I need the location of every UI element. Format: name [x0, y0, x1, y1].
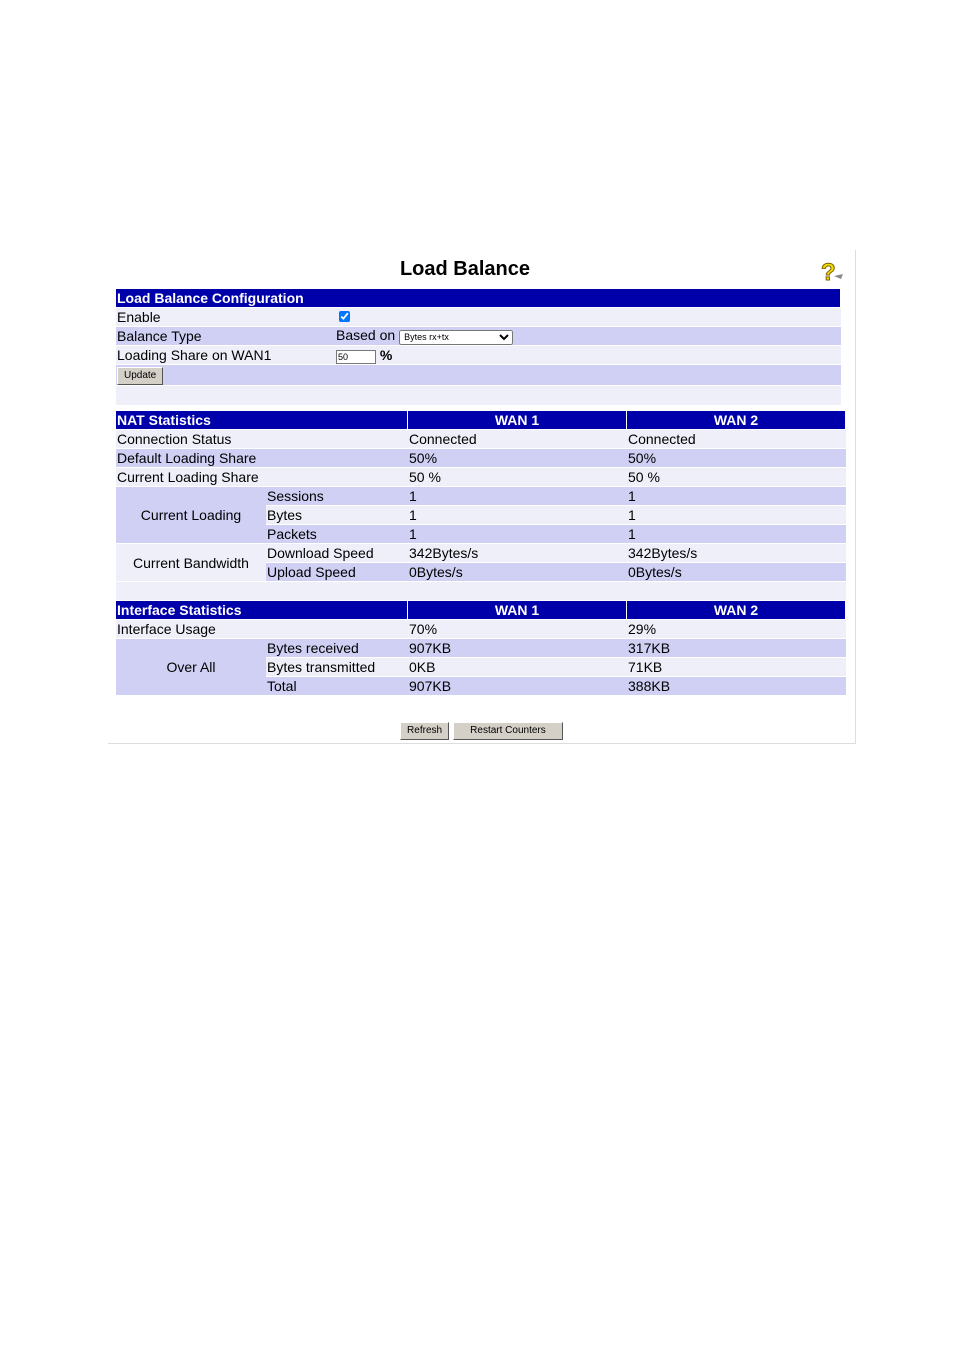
table-row: Over All Bytes received 907KB 317KB [116, 639, 846, 695]
wan2-header: WAN 2 [627, 601, 846, 619]
page-title: Load Balance [399, 258, 531, 280]
table-row: Default Loading Share 50% 50% [116, 449, 846, 467]
balance-type-select[interactable]: Bytes rx+tx [399, 329, 514, 345]
percent-label: % [379, 346, 393, 363]
table-row: Current Loading Sessions 1 1 [116, 487, 846, 543]
table-row: Interface Usage 70% 29% [116, 620, 846, 638]
current-loading-label: Current Loading [116, 487, 266, 543]
current-bandwidth-label: Current Bandwidth [116, 544, 266, 581]
interface-header: Interface Statistics [116, 601, 408, 619]
loading-share-label: Loading Share on WAN1 [116, 346, 335, 364]
enable-label: Enable [116, 308, 335, 326]
enable-checkbox[interactable] [339, 311, 350, 322]
wan1-header: WAN 1 [408, 411, 627, 429]
loading-share-input[interactable] [336, 349, 376, 364]
table-row: Current Loading Share 50 % 50 % [116, 468, 846, 486]
over-all-label: Over All [116, 639, 266, 695]
table-row: Current Bandwidth Download Speed 342Bytes/… [116, 544, 846, 581]
config-header: Load Balance Configuration [116, 289, 841, 307]
nat-statistics-table: NAT Statistics WAN 1 WAN 2 Connection Stat… [116, 410, 846, 696]
help-question-icon[interactable]: ? [818, 258, 844, 284]
restart-counters-button[interactable]: Restart Counters [452, 721, 563, 740]
balance-type-label: Balance Type [116, 327, 335, 345]
svg-text:?: ? [821, 259, 836, 284]
action-buttons: Refresh Restart Counters [108, 720, 855, 740]
based-on-label: Based on [336, 327, 396, 344]
nat-header: NAT Statistics [116, 411, 408, 429]
config-table: Load Balance Configuration Enable Balanc… [116, 288, 841, 406]
table-row: Connection Status Connected Connected [116, 430, 846, 448]
wan2-header: WAN 2 [627, 411, 846, 429]
update-button[interactable]: Update [117, 366, 164, 385]
load-balance-panel: Load Balance ? Load Balance Configuratio… [108, 250, 856, 744]
wan1-header: WAN 1 [408, 601, 627, 619]
refresh-button[interactable]: Refresh [400, 721, 450, 740]
